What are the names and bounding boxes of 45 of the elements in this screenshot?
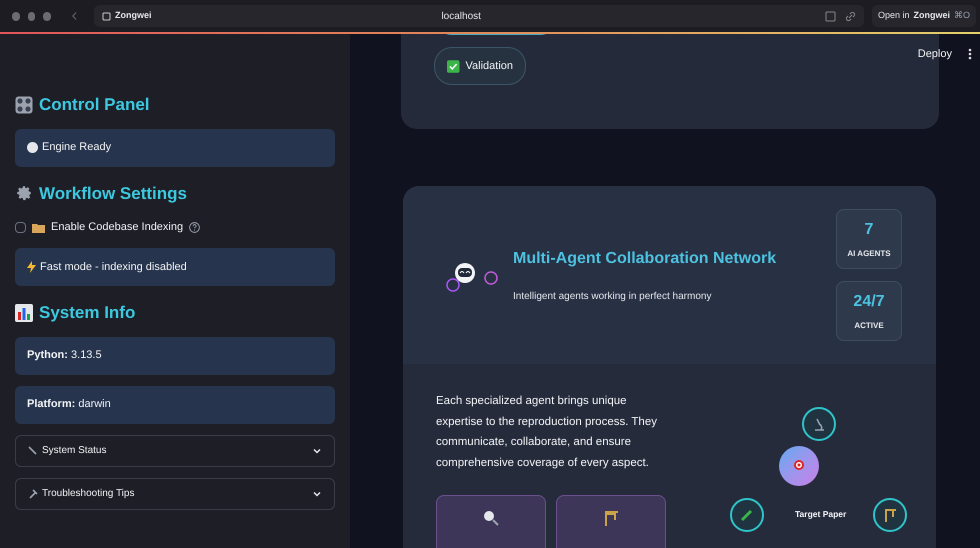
description: Each specialized agent brings unique expertise to the reproduction process. They communicate, collaborate, and ensure comprehensive coverage of every aspect. <box>436 394 658 470</box>
stat-label: AI AGENTS <box>847 248 891 260</box>
url-text: localhost <box>441 10 481 24</box>
node-label: Target Paper <box>795 508 846 521</box>
info-text: Platform: darwin <box>27 397 111 412</box>
magnifier-icon <box>483 510 499 526</box>
extension-icon[interactable] <box>824 10 837 22</box>
section-heading: Workflow Settings <box>39 182 187 205</box>
target-icon <box>792 459 806 473</box>
crane-icon <box>603 510 619 526</box>
info-text: Python: 3.13.5 <box>27 348 102 364</box>
hammer-icon <box>28 488 38 498</box>
checkbox-label: Enable Codebase Indexing <box>51 220 184 235</box>
help-icon <box>189 222 200 232</box>
window-close-icon[interactable] <box>12 12 20 20</box>
expander[interactable]: System Status <box>15 434 335 466</box>
link-icon[interactable] <box>844 10 856 22</box>
deploy-button[interactable]: Deploy <box>914 46 956 62</box>
pencil-icon <box>740 508 754 522</box>
control-knobs-icon <box>15 96 33 114</box>
section-heading: System Info <box>39 302 136 324</box>
crane-icon <box>883 508 897 522</box>
pill-label: Validation <box>466 58 513 74</box>
card-title: Multi-Agent Collaboration Network <box>513 248 778 268</box>
stat-value: 24/7 <box>853 292 885 312</box>
card-subtitle: Intelligent agents working in perfect harmony <box>513 290 712 304</box>
bar-chart-icon <box>15 304 33 322</box>
site-name: Zongwei <box>114 9 152 22</box>
stat-label: ACTIVE <box>854 320 884 332</box>
status-text: Fast mode - indexing disabled <box>40 260 187 275</box>
address-bar[interactable]: Zongwei localhost <box>94 5 864 27</box>
folder-icon <box>32 222 45 232</box>
checkbox[interactable] <box>15 222 26 232</box>
expander[interactable]: Troubleshooting Tips <box>15 478 335 510</box>
section-heading: Control Panel <box>39 94 150 116</box>
window-minimize-icon[interactable] <box>28 12 36 20</box>
stat-value: 7 <box>864 220 874 240</box>
back-icon[interactable] <box>71 11 78 21</box>
window-zoom-icon[interactable] <box>43 12 52 20</box>
checkmark-icon <box>447 60 460 72</box>
gear-icon <box>15 184 33 202</box>
status-text: Engine Ready <box>42 140 112 156</box>
more-icon[interactable] <box>968 48 972 60</box>
open-in-app-button[interactable]: Open in Zongwei ⌘O <box>872 5 976 27</box>
lightning-icon <box>27 261 36 273</box>
